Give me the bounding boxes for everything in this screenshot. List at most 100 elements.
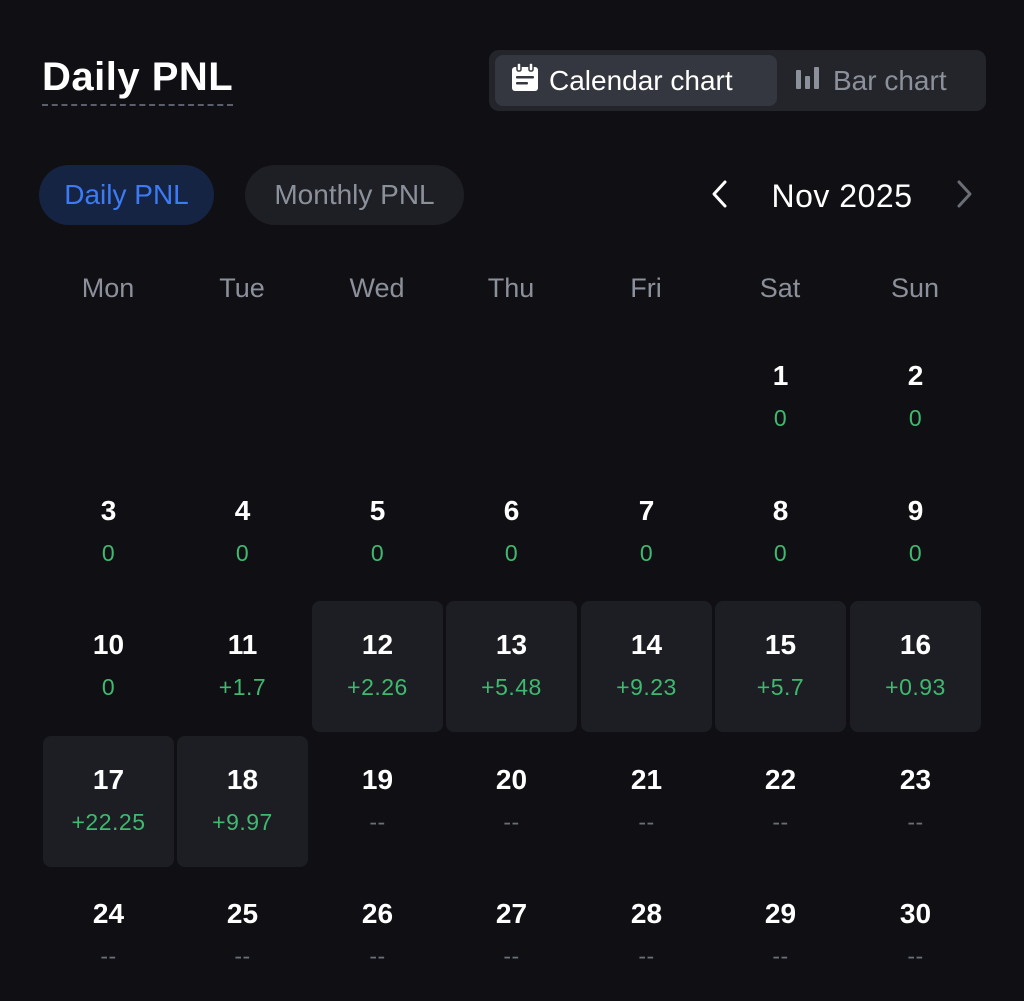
calendar-day-17[interactable]: 17 +22.25 <box>43 736 174 867</box>
day-pnl-value: -- <box>503 809 520 835</box>
day-pnl-value: -- <box>100 943 117 969</box>
calendar-day-8[interactable]: 80 <box>715 467 846 598</box>
weekday-sat: Sat <box>759 272 801 303</box>
day-number: 27 <box>495 898 528 929</box>
day-pnl-value: 0 <box>101 674 116 700</box>
day-number: 29 <box>764 898 797 929</box>
month-label: Nov 2025 <box>771 177 913 214</box>
calendar-day-6[interactable]: 60 <box>446 467 577 598</box>
day-number: 20 <box>495 764 528 795</box>
day-number: 10 <box>92 629 125 660</box>
day-number: 23 <box>899 764 932 795</box>
weekday-thu: Thu <box>487 272 535 303</box>
day-pnl-value: 0 <box>908 405 923 431</box>
calendar-day-13[interactable]: 13 +5.48 <box>446 601 577 732</box>
day-pnl-value: -- <box>907 943 924 969</box>
day-pnl-value: +5.48 <box>481 674 542 700</box>
day-pnl-value: 0 <box>504 540 519 566</box>
calendar-day-26[interactable]: 26 -- <box>312 870 443 1001</box>
day-number: 18 <box>226 764 259 795</box>
weekday-fri: Fri <box>630 272 662 303</box>
day-number: 11 <box>227 629 258 660</box>
calendar-day-27[interactable]: 27 -- <box>446 870 577 1001</box>
weekday-mon: Mon <box>81 272 135 303</box>
day-number: 25 <box>226 898 259 929</box>
day-pnl-value: -- <box>907 809 924 835</box>
day-pnl-value: -- <box>369 943 386 969</box>
calendar-day-7[interactable]: 70 <box>581 467 712 598</box>
day-pnl-value: -- <box>638 809 655 835</box>
calendar-day-12[interactable]: 12 +2.26 <box>312 601 443 732</box>
calendar-day-18[interactable]: 18 +9.97 <box>177 736 308 867</box>
calendar-day-4[interactable]: 40 <box>177 467 308 598</box>
calendar-day-25[interactable]: 25 -- <box>177 870 308 1001</box>
calendar-chart-label: Calendar chart <box>549 64 733 96</box>
calendar-chart-button[interactable]: Calendar chart <box>495 55 777 106</box>
calendar-day-5[interactable]: 50 <box>312 467 443 598</box>
calendar-day-2[interactable]: 20 <box>850 332 981 463</box>
day-number: 8 <box>772 495 789 526</box>
day-pnl-value: +9.97 <box>212 809 273 835</box>
weekday-sun: Sun <box>890 272 940 303</box>
day-number: 14 <box>630 629 663 660</box>
calendar-day-3[interactable]: 30 <box>43 467 174 598</box>
bar-chart-icon <box>795 64 823 97</box>
calendar-day-30[interactable]: 30 -- <box>850 870 981 1001</box>
day-number: 16 <box>899 629 932 660</box>
day-pnl-value: +9.23 <box>616 674 677 700</box>
day-number: 5 <box>369 495 386 526</box>
day-pnl-value: -- <box>772 943 789 969</box>
day-pnl-value: -- <box>234 943 251 969</box>
day-pnl-value: +5.7 <box>756 674 805 700</box>
next-month-button[interactable] <box>944 172 984 220</box>
calendar-day-28[interactable]: 28 -- <box>581 870 712 1001</box>
day-pnl-value: +1.7 <box>218 674 267 700</box>
page-title: Daily PNL <box>42 54 234 106</box>
day-number: 9 <box>907 495 924 526</box>
calendar-day-1[interactable]: 10 <box>715 332 846 463</box>
weekday-wed: Wed <box>349 272 405 303</box>
calendar-day-14[interactable]: 14 +9.23 <box>581 601 712 732</box>
weekday-tue: Tue <box>219 272 265 303</box>
calendar-icon <box>511 62 539 99</box>
chevron-left-icon <box>710 178 730 215</box>
calendar-day-11[interactable]: 11 +1.7 <box>177 601 308 732</box>
day-pnl-value: 0 <box>773 540 788 566</box>
day-number: 15 <box>764 629 797 660</box>
tab-daily-pnl[interactable]: Daily PNL <box>39 165 214 225</box>
day-number: 4 <box>234 495 251 526</box>
calendar-day-24[interactable]: 24 -- <box>43 870 174 1001</box>
bar-chart-button[interactable]: Bar chart <box>789 55 979 106</box>
day-number: 28 <box>630 898 663 929</box>
calendar-day-16[interactable]: 16 +0.93 <box>850 601 981 732</box>
day-number: 1 <box>772 360 789 391</box>
day-pnl-value: -- <box>369 809 386 835</box>
day-number: 12 <box>361 629 394 660</box>
day-number: 22 <box>764 764 797 795</box>
day-number: 7 <box>638 495 655 526</box>
calendar-day-21[interactable]: 21 -- <box>581 736 712 867</box>
day-number: 13 <box>495 629 528 660</box>
day-pnl-value: 0 <box>235 540 250 566</box>
day-pnl-value: +22.25 <box>71 809 146 835</box>
calendar-day-29[interactable]: 29 -- <box>715 870 846 1001</box>
day-number: 24 <box>92 898 125 929</box>
calendar-day-23[interactable]: 23 -- <box>850 736 981 867</box>
day-pnl-value: +0.93 <box>885 674 946 700</box>
day-pnl-value: 0 <box>639 540 654 566</box>
calendar-day-22[interactable]: 22 -- <box>715 736 846 867</box>
calendar-day-15[interactable]: 15 +5.7 <box>715 601 846 732</box>
day-pnl-value: +2.26 <box>347 674 408 700</box>
bar-chart-label: Bar chart <box>833 64 947 96</box>
day-pnl-value: 0 <box>370 540 385 566</box>
tab-monthly-pnl[interactable]: Monthly PNL <box>245 165 464 225</box>
day-number: 3 <box>100 495 117 526</box>
calendar-day-9[interactable]: 90 <box>850 467 981 598</box>
calendar-day-19[interactable]: 19 -- <box>312 736 443 867</box>
previous-month-button[interactable] <box>700 172 740 220</box>
calendar-day-10[interactable]: 10 0 <box>43 601 174 732</box>
day-number: 30 <box>899 898 932 929</box>
day-pnl-value: 0 <box>101 540 116 566</box>
calendar-day-20[interactable]: 20 -- <box>446 736 577 867</box>
day-number: 6 <box>503 495 520 526</box>
